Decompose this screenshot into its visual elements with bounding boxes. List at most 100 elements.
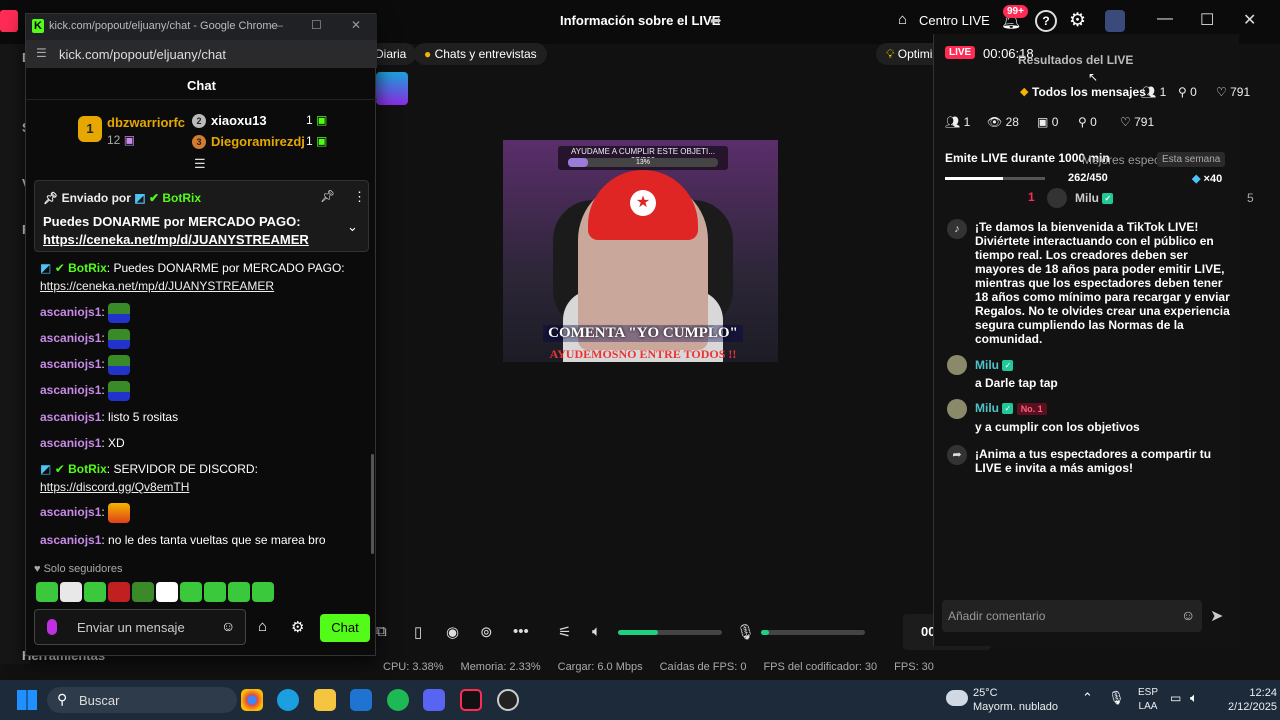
emote-3[interactable] xyxy=(84,582,106,602)
message-link[interactable]: https://discord.gg/Qv8emTH xyxy=(40,480,189,494)
popup-titlebar[interactable]: K kick.com/popout/eljuany/chat - Google … xyxy=(26,14,377,40)
emoji-icon[interactable]: ☺ xyxy=(1181,607,1195,623)
menu-dots-icon[interactable]: ⋮ xyxy=(353,189,366,205)
emote-9[interactable] xyxy=(228,582,250,602)
chevron-down-icon[interactable]: ⌄ xyxy=(347,219,358,235)
cpu-stat: CPU: 3.38% xyxy=(383,661,444,673)
obs-icon[interactable] xyxy=(497,689,519,711)
chat-message: ascaniojs1: xyxy=(40,381,360,401)
emote-8[interactable] xyxy=(204,582,226,602)
weather-widget[interactable]: 25°C Mayorm. nublado xyxy=(973,686,1058,714)
pinned-link[interactable]: https://ceneka.net/mp/d/JUANYSTREAMER xyxy=(43,232,309,247)
share-icon[interactable]: ➦ xyxy=(710,12,722,29)
mail-icon[interactable] xyxy=(350,689,372,711)
emote-2[interactable] xyxy=(60,582,82,602)
centro-live-link[interactable]: Centro LIVE xyxy=(919,13,990,28)
video-goal-bar: 13% xyxy=(568,158,718,167)
pin-toggle-icon[interactable]: 📌︎ xyxy=(320,189,335,203)
message-user[interactable]: Milu xyxy=(975,358,999,372)
more-icon[interactable]: ••• xyxy=(513,623,529,640)
message-user[interactable]: ascaniojs1 xyxy=(40,505,101,519)
gear-icon[interactable]: ⚙ xyxy=(291,618,304,636)
gear-icon[interactable]: ⚙ xyxy=(1069,9,1086,32)
volume-icon[interactable]: 🔈︎ xyxy=(1190,690,1198,706)
minimize-icon[interactable]: — xyxy=(271,18,283,32)
site-settings-icon[interactable]: ☰ xyxy=(36,46,47,60)
message-link[interactable]: https://ceneka.net/mp/d/JUANYSTREAMER xyxy=(40,279,274,293)
mic-icon[interactable]: 🎙︎ xyxy=(736,623,755,641)
chat-send-button[interactable]: Chat xyxy=(320,614,370,642)
maximize-icon[interactable]: ☐ xyxy=(311,18,322,32)
emote-1[interactable] xyxy=(36,582,58,602)
heart-icon: ♥ xyxy=(34,563,41,575)
send-icon[interactable]: ➤ xyxy=(1210,606,1223,626)
minimize-icon[interactable]: — xyxy=(1157,10,1173,28)
home-icon[interactable]: ⌂ xyxy=(898,11,907,28)
message-input[interactable]: Enviar un mensaje ☺ xyxy=(34,609,246,645)
discord-icon[interactable] xyxy=(423,689,445,711)
phone-icon[interactable]: ▯ xyxy=(414,623,422,641)
edge-icon[interactable] xyxy=(277,689,299,711)
message-user[interactable]: Milu xyxy=(975,401,999,415)
message-user[interactable]: ascaniojs1 xyxy=(40,305,101,319)
message-user[interactable]: ascaniojs1 xyxy=(40,436,101,450)
camera-switch-icon[interactable]: ⊚ xyxy=(480,623,493,641)
emote-10[interactable] xyxy=(252,582,274,602)
bronze-medal-icon: 3 xyxy=(192,135,206,149)
emote-4[interactable] xyxy=(108,582,130,602)
record-icon[interactable]: ◉ xyxy=(446,623,459,641)
address-bar[interactable]: ☰ kick.com/popout/eljuany/chat xyxy=(26,40,377,68)
week-tab[interactable]: Esta semana xyxy=(1157,152,1226,167)
scrollbar[interactable] xyxy=(371,454,374,554)
message-user[interactable]: ascaniojs1 xyxy=(40,383,101,397)
chevron-up-icon[interactable]: ⌃ xyxy=(1082,690,1093,706)
tool-icon: ◩ xyxy=(134,191,146,205)
message-user[interactable]: BotRix xyxy=(68,462,107,476)
chrome-icon[interactable] xyxy=(241,689,263,711)
message-user[interactable]: ascaniojs1 xyxy=(40,331,101,345)
network-icon[interactable]: ▭ xyxy=(1170,691,1181,705)
gift-icon: ▣ xyxy=(1037,115,1049,129)
gift-icon: ▣ xyxy=(316,134,328,148)
pepe-emote xyxy=(108,329,131,349)
windows-start-icon[interactable] xyxy=(17,690,37,710)
explorer-icon[interactable] xyxy=(314,689,336,711)
message-user[interactable]: BotRix xyxy=(68,261,107,275)
chip-chats[interactable]: ● Chats y entrevistas xyxy=(414,43,547,65)
close-icon[interactable]: ✕ xyxy=(351,18,361,32)
avatar[interactable] xyxy=(1105,10,1125,32)
collapse-icon[interactable]: ☰ xyxy=(194,156,206,172)
spotify-icon[interactable] xyxy=(387,689,409,711)
close-icon[interactable]: ✕ xyxy=(1243,10,1256,30)
gifter-name[interactable]: Diegoramirezdj xyxy=(211,134,305,149)
help-icon[interactable]: ? xyxy=(1035,10,1057,32)
message-user[interactable]: ascaniojs1 xyxy=(40,410,101,424)
goal-progress: 262/450 xyxy=(1068,172,1108,184)
taskbar-search[interactable]: Buscar xyxy=(47,687,237,713)
speaker-icon[interactable]: 🔈︎ xyxy=(592,623,601,640)
comment-input[interactable]: Añadir comentario xyxy=(942,600,1202,632)
volume-slider[interactable] xyxy=(618,630,722,635)
emote-6[interactable] xyxy=(156,582,178,602)
layout-icon[interactable]: ⧉ xyxy=(376,623,387,640)
emote-7[interactable] xyxy=(180,582,202,602)
maximize-icon[interactable]: ☐ xyxy=(1200,10,1214,30)
emote-5[interactable] xyxy=(132,582,154,602)
tiktok-live-icon[interactable] xyxy=(460,689,482,711)
clock[interactable]: 12:24 2/12/2025 xyxy=(1228,686,1277,714)
message-user[interactable]: ascaniojs1 xyxy=(40,357,101,371)
bot-name[interactable]: BotRix xyxy=(162,191,201,205)
language-indicator[interactable]: ESP LAA xyxy=(1138,686,1158,714)
message-user[interactable]: ascaniojs1 xyxy=(40,533,101,547)
gifter-name[interactable]: dbzwarriorfc xyxy=(107,115,185,130)
kick-chat-popup: K kick.com/popout/eljuany/chat - Google … xyxy=(25,13,377,656)
mic-icon[interactable] xyxy=(47,619,57,635)
mic-icon[interactable]: 🎙︎ xyxy=(1108,690,1125,706)
gifter-name[interactable]: xiaoxu13 xyxy=(211,113,267,128)
store-icon[interactable]: ⌂ xyxy=(258,618,267,635)
all-messages-tab[interactable]: Todos los mensajes xyxy=(1032,85,1146,99)
mic-slider[interactable] xyxy=(761,630,865,635)
settings-sliders-icon[interactable]: ⚟ xyxy=(558,623,571,641)
top-viewer-name[interactable]: Milu ✓ xyxy=(1075,191,1114,205)
emoji-icon[interactable]: ☺ xyxy=(221,618,235,634)
